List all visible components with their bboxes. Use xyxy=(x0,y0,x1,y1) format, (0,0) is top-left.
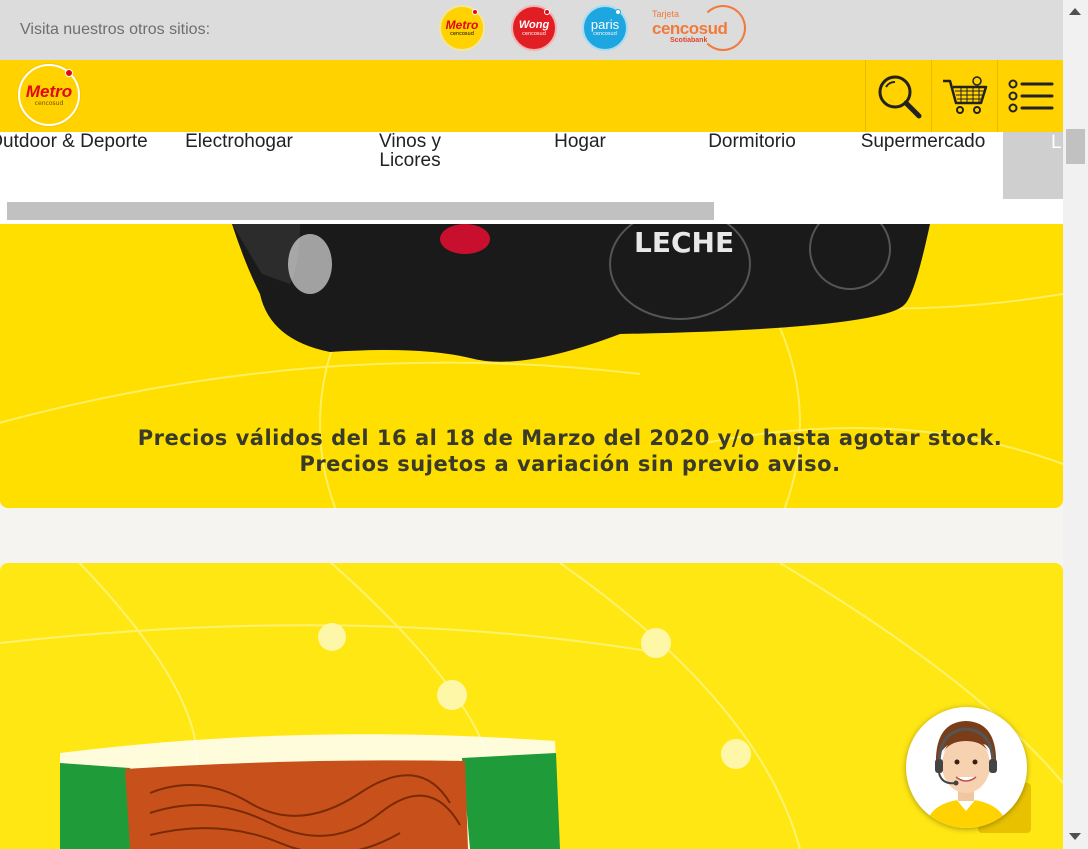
brand-name: Metro xyxy=(25,82,73,101)
product-label-text: LECHE xyxy=(634,226,734,259)
page: Visita nuestros otros sitios: Metro cenc… xyxy=(0,0,1088,849)
price-validity-note: Precios válidos del 16 al 18 de Marzo de… xyxy=(137,426,1003,450)
paris-logo-sub: cencosud xyxy=(593,31,617,37)
wong-logo-sub: cencosud xyxy=(522,31,546,37)
logo-dot-icon xyxy=(544,9,550,15)
logo-dot-icon xyxy=(472,9,478,15)
vertical-scroll-thumb[interactable] xyxy=(1066,129,1085,164)
paris-site-link[interactable]: paris cencosud xyxy=(582,5,628,51)
tarjeta-label: Tarjeta xyxy=(652,9,680,19)
promo-banner-second[interactable] xyxy=(0,563,1063,849)
brand-sub: cencosud xyxy=(34,100,64,107)
category-partial-item[interactable]: L xyxy=(1003,132,1063,199)
search-icon xyxy=(878,75,921,119)
scroll-down-arrow-icon[interactable] xyxy=(1069,833,1081,840)
metro-logo-text: Metro xyxy=(445,18,479,32)
logo-dot-icon xyxy=(615,9,621,15)
page-vertical-scrollbar[interactable] xyxy=(1063,0,1088,849)
cart-button[interactable] xyxy=(931,60,997,132)
paris-logo-text: paris xyxy=(590,17,620,32)
main-header: Metro cencosud xyxy=(0,60,1063,132)
price-variation-note: Precios sujetos a variación sin previo a… xyxy=(299,452,841,476)
tarjeta-bank: Scotiabank xyxy=(670,37,708,44)
menu-list-icon xyxy=(1008,79,1053,113)
brand-dot-icon xyxy=(65,69,73,77)
menu-button[interactable] xyxy=(997,60,1063,132)
wong-site-link[interactable]: Wong cencosud xyxy=(511,5,557,51)
wong-logo-text: Wong xyxy=(518,19,550,31)
search-button[interactable] xyxy=(865,60,931,132)
category-horizontal-scrollbar[interactable] xyxy=(0,199,1063,224)
category-vinos-licores[interactable]: Vinos y Licores xyxy=(356,132,464,170)
category-supermercado[interactable]: Supermercado xyxy=(843,132,1003,151)
other-sites-bar: Visita nuestros otros sitios: Metro cenc… xyxy=(0,0,1063,60)
category-partial-label: L xyxy=(1051,132,1062,153)
category-nav: Outdoor & Deporte Electrohogar Vinos y L… xyxy=(0,132,1063,199)
tarjeta-cencosud-link[interactable]: Tarjeta cencosud Scotiabank xyxy=(652,5,748,53)
other-sites-label: Visita nuestros otros sitios: xyxy=(20,21,211,38)
category-electrohogar[interactable]: Electrohogar xyxy=(159,132,319,151)
assistant-avatar-icon xyxy=(926,721,1007,828)
category-dormitorio[interactable]: Dormitorio xyxy=(672,132,832,151)
chat-assistant-button[interactable] xyxy=(906,707,1027,828)
snack-bag-image xyxy=(0,563,1063,849)
category-hogar[interactable]: Hogar xyxy=(500,132,660,151)
metro-logo-sub: cencosud xyxy=(450,31,474,37)
metro-home-logo[interactable]: Metro cencosud xyxy=(18,64,80,126)
metro-site-link[interactable]: Metro cencosud xyxy=(439,5,485,51)
category-outdoor-deporte[interactable]: Outdoor & Deporte xyxy=(0,132,148,151)
tarjeta-brand: cencosud xyxy=(652,19,728,38)
cart-icon xyxy=(942,76,987,114)
scroll-up-arrow-icon[interactable] xyxy=(1069,8,1081,15)
horizontal-scroll-thumb[interactable] xyxy=(7,202,714,220)
promo-banner-beer[interactable]: LECHE Precios válidos del 16 al 18 de Ma… xyxy=(0,224,1063,508)
